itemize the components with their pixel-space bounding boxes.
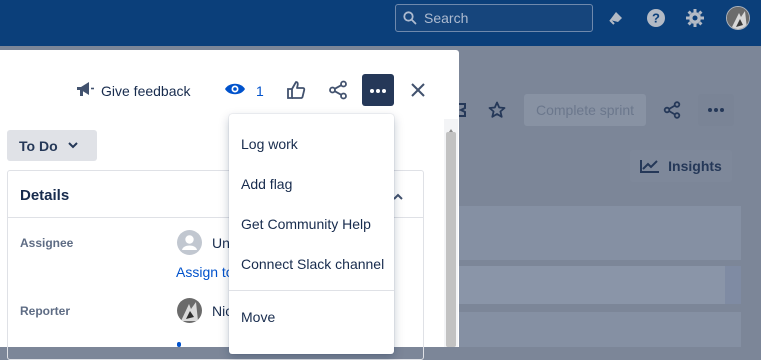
reporter-avatar — [177, 298, 202, 323]
menu-item-log-work[interactable]: Log work — [241, 136, 298, 152]
board-card[interactable] — [459, 266, 725, 304]
megaphone-icon — [75, 80, 95, 101]
watch-button[interactable]: 1 — [224, 80, 264, 101]
board-more-button[interactable] — [698, 94, 734, 126]
menu-divider — [229, 290, 394, 291]
notifications-icon[interactable] — [605, 7, 627, 29]
search-input[interactable]: Search — [395, 4, 593, 32]
settings-icon[interactable] — [684, 7, 706, 29]
like-icon[interactable] — [286, 80, 306, 100]
svg-text:?: ? — [652, 11, 660, 26]
status-label: To Do — [19, 137, 58, 154]
eye-icon — [224, 80, 246, 101]
share-icon[interactable] — [328, 80, 348, 100]
complete-sprint-button[interactable]: Complete sprint — [524, 94, 646, 126]
top-navigation-bar: Search ? — [0, 0, 761, 46]
menu-item-community-help[interactable]: Get Community Help — [241, 216, 371, 232]
menu-item-move[interactable]: Move — [241, 309, 275, 325]
more-actions-menu: Log work Add flag Get Community Help Con… — [229, 114, 394, 354]
unassigned-avatar-icon — [177, 230, 202, 260]
scrollbar-thumb[interactable] — [446, 132, 456, 347]
board-lane — [459, 312, 741, 347]
board-lane — [459, 206, 741, 260]
status-dropdown-button[interactable]: To Do — [7, 130, 97, 161]
reporter-label: Reporter — [20, 304, 71, 318]
insights-label: Insights — [668, 158, 722, 174]
search-icon — [396, 11, 424, 25]
complete-sprint-label: Complete sprint — [535, 102, 635, 118]
help-icon[interactable]: ? — [645, 7, 667, 29]
search-placeholder: Search — [424, 10, 469, 26]
menu-item-connect-slack[interactable]: Connect Slack channel — [241, 256, 384, 272]
insights-button[interactable]: Insights — [630, 150, 732, 182]
field-link-fragment — [177, 342, 181, 347]
more-icon — [369, 81, 387, 99]
panel-scrollbar[interactable] — [444, 119, 458, 347]
insights-icon — [640, 160, 660, 173]
chevron-up-icon[interactable] — [393, 187, 403, 205]
assignee-value[interactable]: Un — [212, 235, 230, 251]
menu-item-add-flag[interactable]: Add flag — [241, 176, 292, 192]
board-card-edge — [725, 266, 741, 304]
watch-count: 1 — [256, 82, 264, 99]
close-icon[interactable] — [409, 81, 427, 99]
assignee-label: Assignee — [20, 236, 74, 250]
give-feedback-button[interactable]: Give feedback — [75, 80, 191, 101]
profile-avatar[interactable] — [726, 6, 750, 30]
star-icon[interactable] — [486, 98, 508, 122]
chevron-down-icon — [67, 142, 78, 149]
give-feedback-label: Give feedback — [101, 82, 191, 99]
assign-to-me-link[interactable]: Assign to — [176, 264, 234, 280]
share-icon[interactable] — [660, 97, 684, 123]
details-title: Details — [20, 187, 70, 204]
more-actions-button[interactable] — [362, 74, 394, 106]
